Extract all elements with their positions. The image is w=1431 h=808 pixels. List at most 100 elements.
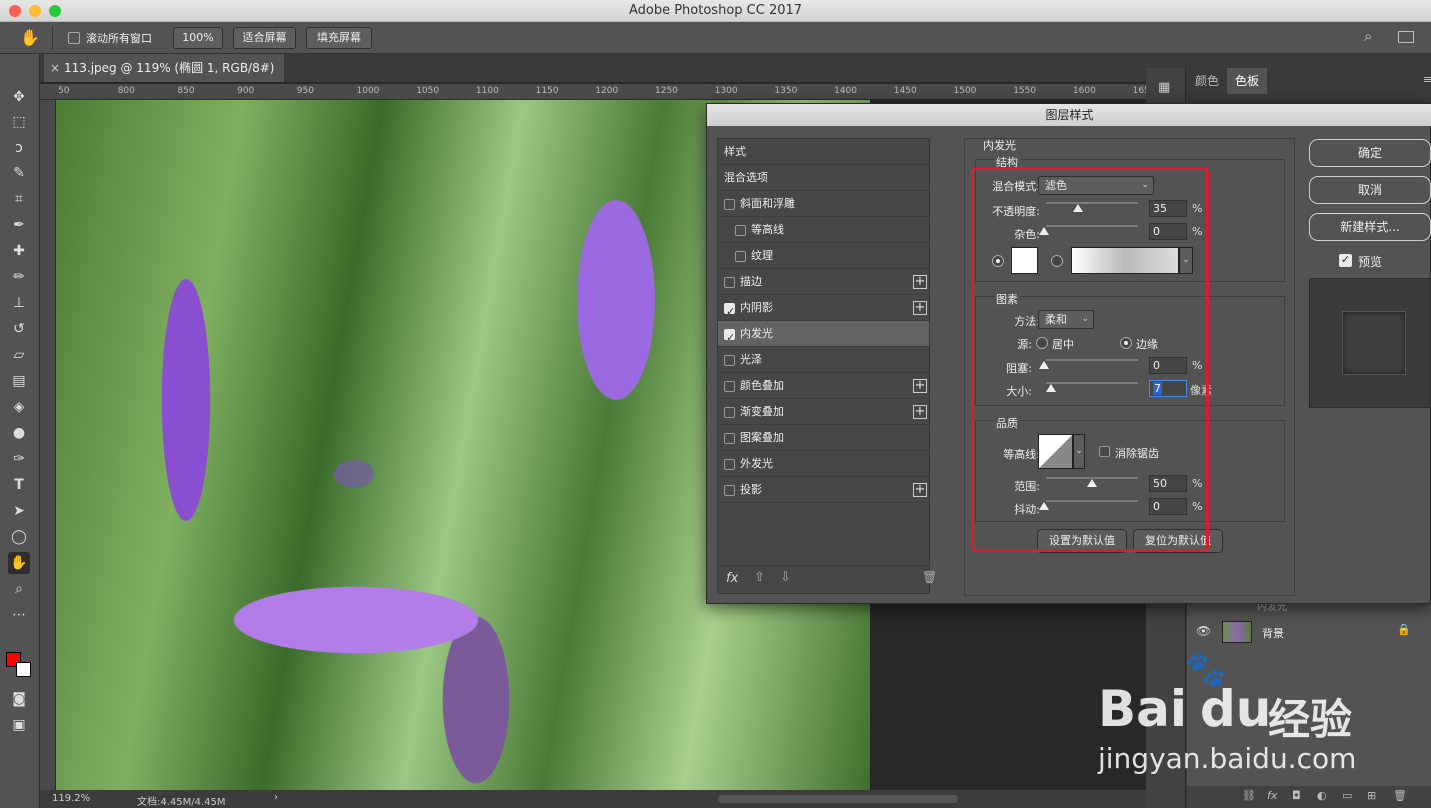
- style-item-checkbox[interactable]: [724, 485, 735, 496]
- zoom-status[interactable]: 119.2%: [52, 793, 90, 804]
- tab-swatches[interactable]: 色板: [1227, 68, 1268, 94]
- healing-brush-icon[interactable]: ✚: [8, 240, 30, 262]
- zoom-100-button[interactable]: 100%: [173, 27, 223, 49]
- watermark-brand-left: Bai: [1098, 680, 1187, 738]
- lasso-tool-icon[interactable]: ↄ: [8, 137, 30, 159]
- history-panel-icon[interactable]: ▦: [1158, 80, 1170, 95]
- new-layer-icon[interactable]: ⊞: [1367, 789, 1376, 802]
- new-group-icon[interactable]: ▭: [1342, 789, 1352, 802]
- adjustment-layer-icon[interactable]: ◐: [1317, 789, 1327, 802]
- ruler-tick-label: 1000: [356, 86, 380, 96]
- style-item-checkbox[interactable]: [724, 299, 735, 325]
- tab-color[interactable]: 颜色: [1187, 68, 1227, 94]
- style-item[interactable]: 投影 +: [718, 477, 929, 503]
- gradient-tool-icon[interactable]: ▤: [8, 370, 30, 392]
- annotation-highlight-box: [971, 167, 1209, 552]
- style-item[interactable]: 颜色叠加 +: [718, 373, 929, 399]
- quick-mask-icon[interactable]: ◙: [8, 688, 30, 710]
- style-item-checkbox[interactable]: [724, 381, 735, 392]
- style-item-checkbox[interactable]: [724, 355, 735, 366]
- style-item[interactable]: 内阴影 +: [718, 295, 929, 325]
- style-list-header[interactable]: 样式: [718, 139, 929, 165]
- move-up-icon[interactable]: ⇧: [754, 570, 765, 585]
- style-item-checkbox[interactable]: [724, 433, 735, 444]
- brush-tool-icon[interactable]: ✏: [8, 266, 30, 288]
- style-item-checkbox[interactable]: [724, 277, 735, 288]
- new-style-button[interactable]: 新建样式...: [1309, 213, 1431, 241]
- add-effect-icon[interactable]: +: [913, 483, 927, 497]
- path-select-tool-icon[interactable]: ➤: [8, 500, 30, 522]
- pen-tool-icon[interactable]: ✑: [8, 448, 30, 470]
- blur-tool-icon[interactable]: ◈: [8, 396, 30, 418]
- link-layers-icon[interactable]: ⛓: [1242, 789, 1256, 802]
- history-brush-icon[interactable]: ↺: [8, 318, 30, 340]
- eraser-tool-icon[interactable]: ▱: [8, 344, 30, 366]
- style-item-checkbox[interactable]: [724, 199, 735, 210]
- search-icon[interactable]: ⌕: [1364, 27, 1372, 45]
- crop-tool-icon[interactable]: ⌗: [8, 188, 30, 210]
- preview-checkbox[interactable]: ✓: [1339, 254, 1352, 267]
- ellipse-shape-layer[interactable]: [334, 460, 374, 488]
- panel-menu-icon[interactable]: ≡: [1423, 73, 1431, 86]
- style-item[interactable]: 斜面和浮雕: [718, 191, 929, 217]
- fx-menu-icon[interactable]: fx: [726, 571, 738, 586]
- style-item[interactable]: 外发光: [718, 451, 929, 477]
- add-effect-icon[interactable]: +: [913, 275, 927, 289]
- style-item[interactable]: 描边 +: [718, 269, 929, 295]
- add-effect-icon[interactable]: +: [913, 405, 927, 419]
- marquee-tool-icon[interactable]: ⬚: [8, 111, 30, 133]
- style-item-checkbox[interactable]: [735, 251, 746, 262]
- style-item[interactable]: 等高线: [718, 217, 929, 243]
- fill-screen-button[interactable]: 填充屏幕: [306, 27, 372, 49]
- close-tab-icon[interactable]: ×: [50, 54, 60, 82]
- layer-row-background[interactable]: 👁 背景 🔒: [1187, 618, 1431, 646]
- close-window-icon[interactable]: [9, 5, 21, 17]
- fx-icon[interactable]: fx: [1267, 789, 1277, 802]
- more-tools-icon[interactable]: ⋯: [8, 604, 30, 626]
- style-item-checkbox[interactable]: [724, 459, 735, 470]
- style-preview-box: [1309, 278, 1431, 408]
- dodge-tool-icon[interactable]: ●: [8, 422, 30, 444]
- workspace-icon[interactable]: [1398, 31, 1414, 43]
- style-item[interactable]: 渐变叠加 +: [718, 399, 929, 425]
- style-item[interactable]: 图案叠加: [718, 425, 929, 451]
- style-item[interactable]: 光泽: [718, 347, 929, 373]
- screen-mode-icon[interactable]: ▣: [8, 714, 30, 736]
- zoom-tool-icon[interactable]: ⌕: [8, 578, 30, 600]
- type-tool-icon[interactable]: T: [8, 474, 30, 496]
- scroll-all-checkbox[interactable]: [68, 32, 80, 44]
- fit-screen-button[interactable]: 适合屏幕: [233, 27, 296, 49]
- watermark-url: jingyan.baidu.com: [1098, 742, 1357, 775]
- layer-thumbnail: [1222, 621, 1252, 643]
- style-item-checkbox[interactable]: [724, 407, 735, 418]
- eyedropper-tool-icon[interactable]: ✒: [8, 214, 30, 236]
- horizontal-scrollbar[interactable]: [718, 795, 958, 803]
- move-down-icon[interactable]: ⇩: [780, 570, 791, 585]
- visibility-eye-icon[interactable]: 👁: [1196, 624, 1211, 638]
- ellipse-tool-icon[interactable]: ◯: [8, 526, 30, 548]
- document-tab[interactable]: × 113.jpeg @ 119% (椭圆 1, RGB/8#) *: [44, 54, 284, 103]
- add-effect-icon[interactable]: +: [913, 301, 927, 315]
- style-preview-swatch: [1342, 311, 1406, 375]
- background-color-swatch[interactable]: [16, 662, 31, 677]
- stamp-tool-icon[interactable]: ⊥: [8, 292, 30, 314]
- hand-tool-icon[interactable]: ✋: [20, 28, 40, 47]
- maximize-window-icon[interactable]: [49, 5, 61, 17]
- delete-layer-icon[interactable]: 🗑: [1393, 789, 1407, 802]
- style-item[interactable]: 混合选项: [718, 165, 929, 191]
- cancel-button[interactable]: 取消: [1309, 176, 1431, 204]
- quick-select-tool-icon[interactable]: ✎: [8, 162, 30, 184]
- add-mask-icon[interactable]: ◘: [1292, 789, 1301, 802]
- style-item[interactable]: 纹理: [718, 243, 929, 269]
- add-effect-icon[interactable]: +: [913, 379, 927, 393]
- move-tool-icon[interactable]: ✥: [8, 86, 30, 108]
- style-item-label: 内发光: [740, 327, 773, 340]
- style-item-checkbox[interactable]: [735, 225, 746, 236]
- minimize-window-icon[interactable]: [29, 5, 41, 17]
- status-menu-icon[interactable]: ›: [274, 792, 278, 803]
- style-item-checkbox[interactable]: [724, 325, 735, 351]
- style-item[interactable]: 内发光: [718, 321, 929, 351]
- ok-button[interactable]: 确定: [1309, 139, 1431, 167]
- delete-effect-icon[interactable]: 🗑: [922, 570, 937, 584]
- hand-tool-icon[interactable]: ✋: [8, 552, 30, 574]
